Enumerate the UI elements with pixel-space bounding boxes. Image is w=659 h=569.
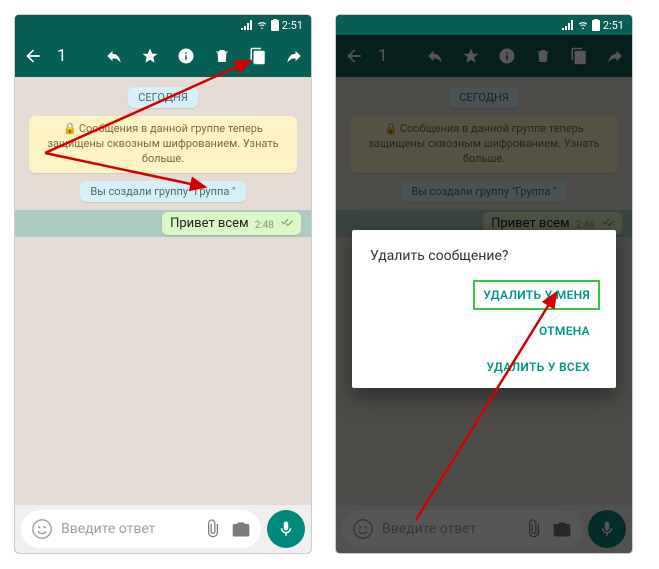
- message-row-selected[interactable]: Привет всем 2:48: [15, 210, 311, 237]
- signal-icon: [562, 20, 574, 30]
- encryption-notice[interactable]: 🔒Сообщения в данной группе теперь защище…: [29, 116, 297, 173]
- battery-icon: [592, 19, 600, 31]
- emoji-icon[interactable]: [31, 518, 53, 540]
- attach-icon[interactable]: [203, 519, 223, 539]
- tick-icon: [280, 216, 294, 231]
- battery-icon: [271, 19, 279, 31]
- selection-app-bar: 1: [15, 35, 311, 77]
- selection-count: 1: [57, 46, 105, 66]
- reply-icon[interactable]: [105, 47, 123, 65]
- phone-left: 2:51 1 СЕГОДНЯ 🔒Сообщения в данной групп…: [15, 15, 311, 553]
- message-bubble[interactable]: Привет всем 2:48: [162, 212, 301, 235]
- date-chip: СЕГОДНЯ: [128, 87, 198, 108]
- status-bar: 2:51: [336, 15, 632, 35]
- message-text: Привет всем: [170, 216, 249, 231]
- wifi-icon: [577, 20, 589, 30]
- input-bar: Введите ответ: [15, 505, 311, 553]
- delete-for-all-button[interactable]: УДАЛИТЬ У ВСЕХ: [478, 354, 598, 380]
- info-icon[interactable]: [177, 47, 195, 65]
- status-time: 2:51: [282, 19, 303, 32]
- dialog-title: Удалить сообщение?: [370, 248, 598, 264]
- mic-button[interactable]: [267, 510, 305, 548]
- delete-for-me-button[interactable]: УДАЛИТЬ У МЕНЯ: [475, 282, 598, 308]
- cancel-button[interactable]: ОТМЕНА: [531, 318, 598, 344]
- delete-icon[interactable]: [213, 47, 231, 65]
- lock-icon: 🔒: [63, 122, 77, 137]
- star-icon[interactable]: [141, 47, 159, 65]
- wifi-icon: [256, 20, 268, 30]
- message-input[interactable]: Введите ответ: [21, 510, 261, 548]
- system-message: Вы создали группу "Группа ": [80, 181, 245, 202]
- signal-icon: [241, 20, 253, 30]
- back-icon[interactable]: [23, 46, 43, 66]
- message-time: 2:48: [255, 220, 274, 231]
- input-placeholder: Введите ответ: [61, 521, 195, 537]
- phone-right: 2:51 1 СЕГОДНЯ 🔒Сообщения в данной групп…: [336, 15, 632, 553]
- delete-dialog: Удалить сообщение? УДАЛИТЬ У МЕНЯ ОТМЕНА…: [352, 230, 616, 388]
- copy-icon[interactable]: [249, 47, 267, 65]
- chat-area: СЕГОДНЯ 🔒Сообщения в данной группе тепер…: [15, 77, 311, 505]
- camera-icon[interactable]: [231, 519, 251, 539]
- status-time: 2:51: [603, 19, 624, 32]
- forward-icon[interactable]: [285, 47, 303, 65]
- status-bar: 2:51: [15, 15, 311, 35]
